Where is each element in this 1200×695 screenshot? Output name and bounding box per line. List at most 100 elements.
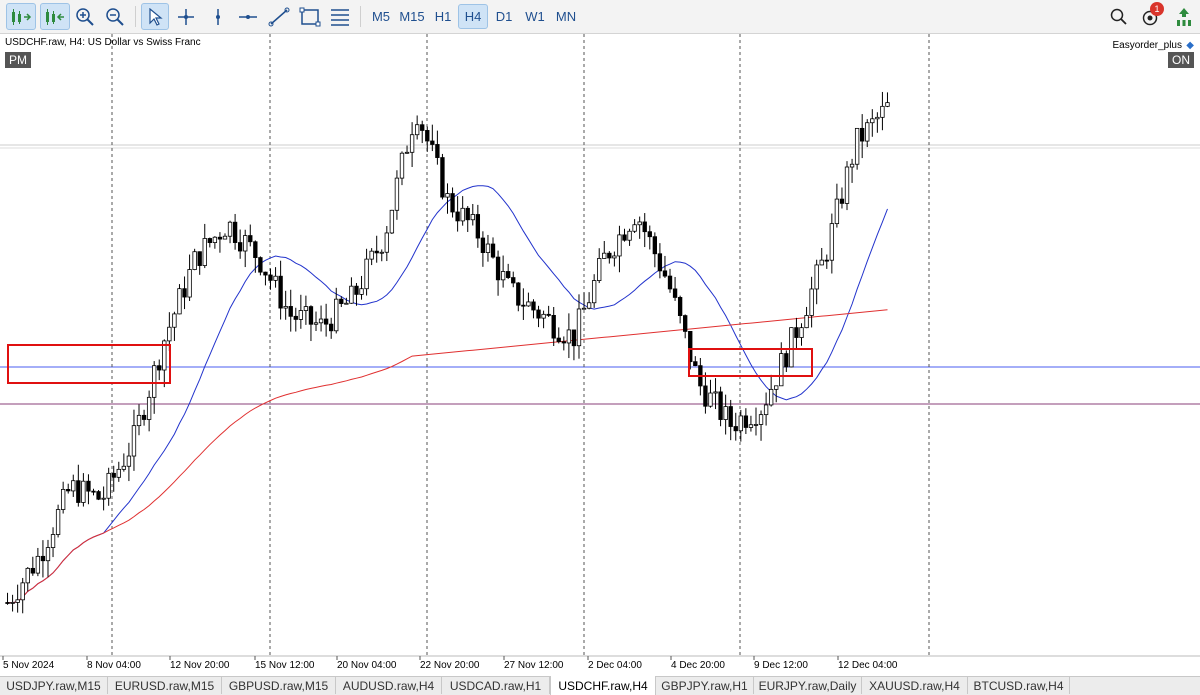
x-tick-label: 22 Nov 20:00 — [420, 660, 480, 671]
rectangle-button[interactable] — [298, 3, 322, 30]
symbol-tab[interactable]: AUDUSD.raw,H4 — [336, 677, 442, 694]
bear-candle — [268, 274, 273, 281]
bull-candle — [283, 306, 288, 309]
bull-candle — [566, 329, 572, 344]
bull-candle — [298, 310, 304, 320]
bear-candle — [556, 337, 561, 343]
bull-candle — [612, 255, 617, 259]
bear-candle — [824, 259, 829, 262]
zoom-out-button[interactable] — [104, 3, 126, 30]
x-tick-label: 20 Nov 04:00 — [337, 660, 397, 671]
bear-candle — [440, 157, 445, 198]
symbol-tab[interactable]: GBPUSD.raw,M15 — [222, 677, 336, 694]
bull-candle — [55, 509, 61, 535]
bear-candle — [693, 361, 698, 367]
bull-candle — [485, 243, 491, 253]
timeframe-d1[interactable]: D1 — [490, 4, 518, 29]
timeframe-h1[interactable]: H1 — [430, 4, 456, 29]
x-tick-label: 5 Nov 2024 — [3, 660, 55, 671]
bear-candle — [571, 329, 577, 347]
bull-candle — [637, 221, 642, 226]
bull-candle — [414, 124, 420, 136]
bear-candle — [430, 140, 435, 145]
cursor-button[interactable] — [141, 3, 169, 30]
symbol-tab-active[interactable]: USDCHF.raw,H4 — [550, 676, 656, 695]
x-tick-label: 2 Dec 04:00 — [588, 660, 642, 671]
symbol-tab[interactable]: GBPJPY.raw,H1 — [656, 677, 754, 694]
bull-candle — [45, 547, 51, 562]
bull-candle — [318, 318, 324, 324]
bull-candle — [627, 230, 632, 241]
symbol-tab[interactable]: USDCAD.raw,H1 — [442, 677, 550, 694]
chart-area[interactable]: 5 Nov 2024 8 Nov 04:00 12 Nov 20:00 15 Nov … — [0, 34, 1200, 676]
bear-candle — [607, 252, 612, 259]
symbol-tab[interactable]: EURJPY.raw,Daily — [754, 677, 862, 694]
annotation-rectangle — [7, 344, 171, 384]
bull-candle — [334, 298, 339, 332]
bull-candle — [212, 236, 218, 244]
horizontal-line-button[interactable] — [237, 3, 259, 30]
bear-candle — [263, 271, 268, 276]
bull-candle — [192, 251, 197, 270]
bear-candle — [657, 253, 663, 272]
zoom-in-button[interactable] — [74, 3, 96, 30]
bull-candle — [738, 415, 743, 432]
expert-advisor-status[interactable]: ON — [1168, 52, 1194, 68]
one-click-trading-icon — [46, 8, 64, 25]
vertical-line-button[interactable] — [207, 3, 229, 30]
bull-candle — [222, 235, 228, 240]
bear-candle — [743, 415, 749, 428]
timeframe-w1[interactable]: W1 — [520, 4, 550, 29]
symbol-tab[interactable]: EURUSD.raw,M15 — [108, 677, 222, 694]
bear-candle — [248, 235, 253, 243]
bear-candle — [728, 406, 733, 427]
bull-candle — [723, 406, 728, 420]
bear-candle — [465, 207, 470, 221]
price-chart[interactable]: 5 Nov 2024 8 Nov 04:00 12 Nov 20:00 15 Nov … — [0, 34, 1200, 676]
bull-candle — [101, 497, 106, 500]
one-click-trading-button[interactable] — [40, 3, 70, 30]
bull-candle — [875, 116, 880, 120]
bear-candle — [490, 243, 496, 258]
fibonacci-button[interactable] — [328, 3, 352, 30]
bull-candle — [146, 396, 152, 420]
bull-candle — [713, 391, 718, 394]
timeframe-mn[interactable]: MN — [551, 4, 581, 29]
bull-candle — [804, 315, 809, 329]
bull-candle — [880, 105, 885, 118]
bear-candle — [237, 242, 243, 252]
bull-candle — [586, 302, 592, 309]
x-tick-label: 12 Nov 20:00 — [170, 660, 230, 671]
symbol-tab[interactable]: XAUUSD.raw,H4 — [862, 677, 968, 694]
bull-candle — [409, 134, 415, 153]
bull-candle — [172, 313, 177, 328]
crosshair-button[interactable] — [175, 3, 197, 30]
timeframe-h4[interactable]: H4 — [458, 4, 488, 29]
auto-trading-button[interactable] — [6, 3, 36, 30]
x-tick-label: 15 Nov 12:00 — [255, 660, 315, 671]
symbol-tab[interactable]: BTCUSD.raw,H4 — [968, 677, 1070, 694]
trendline-button[interactable] — [267, 3, 291, 30]
bear-candle — [794, 327, 799, 338]
bear-candle — [455, 211, 460, 222]
bull-candle — [591, 280, 597, 304]
notifications-button[interactable]: 1 — [1138, 2, 1164, 30]
symbol-tab[interactable]: USDJPY.raw,M15 — [0, 677, 108, 694]
vertical-line-icon — [216, 8, 220, 25]
timeframe-m5[interactable]: M5 — [366, 4, 396, 29]
bull-candle — [187, 269, 192, 298]
toolbar: M5 M15 H1 H4 D1 W1 MN 1 — [0, 0, 1200, 34]
bear-candle — [536, 309, 541, 319]
bear-candle — [278, 275, 283, 309]
bull-candle — [404, 151, 410, 154]
bull-candle — [541, 313, 546, 319]
bull-candle — [50, 534, 56, 548]
bull-candle — [313, 322, 319, 325]
search-button[interactable] — [1108, 3, 1130, 30]
bear-candle — [232, 221, 238, 243]
bear-candle — [217, 236, 223, 240]
bull-candle — [870, 118, 875, 124]
timeframe-m15[interactable]: M15 — [396, 4, 428, 29]
signal-level-button[interactable] — [1172, 3, 1196, 30]
bull-candle — [227, 221, 233, 237]
